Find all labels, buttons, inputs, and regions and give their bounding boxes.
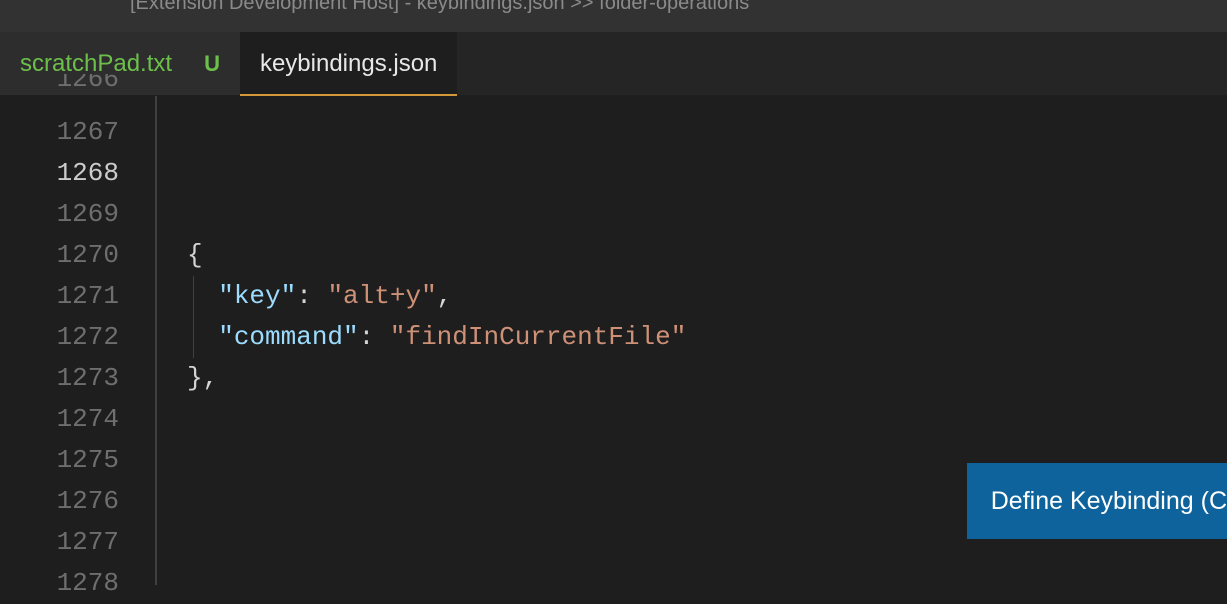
tab-status-badge: U <box>204 51 220 77</box>
title-bar: [Extension Development Host] - keybindin… <box>0 0 1227 32</box>
line-number-current: 1268 <box>0 153 119 194</box>
tab-label: keybindings.json <box>260 50 437 78</box>
tab-bar: scratchPad.txt U keybindings.json <box>0 32 1227 96</box>
line-number: 1275 <box>0 440 119 481</box>
line-number: 1276 <box>0 481 119 522</box>
json-string: "findInCurrentFile" <box>390 322 686 352</box>
code-line: }, <box>159 358 1227 399</box>
indent-guide <box>193 317 194 358</box>
comma: , <box>437 281 453 311</box>
line-number: 1267 <box>0 112 119 153</box>
code-line <box>159 563 1227 604</box>
line-number: 1272 <box>0 317 119 358</box>
json-string: "alt+y" <box>327 281 436 311</box>
line-number: 1271 <box>0 276 119 317</box>
define-keybinding-button[interactable]: Define Keybinding (C <box>967 463 1227 539</box>
window-title: [Extension Development Host] - keybindin… <box>130 0 749 15</box>
code-line <box>159 153 1227 194</box>
tab-keybindings[interactable]: keybindings.json <box>240 32 457 95</box>
json-key: "command" <box>218 322 358 352</box>
code-line: "command": "findInCurrentFile" <box>159 317 1227 358</box>
code-line: { <box>159 235 1227 276</box>
code-line: "key": "alt+y", <box>159 276 1227 317</box>
brace-open: { <box>187 240 203 270</box>
button-label: Define Keybinding (C <box>991 487 1227 516</box>
code-line <box>159 194 1227 235</box>
line-number: 1273 <box>0 358 119 399</box>
code-line <box>159 96 1227 112</box>
colon: : <box>359 322 390 352</box>
json-key: "key" <box>218 281 296 311</box>
line-number: 1278 <box>0 563 119 604</box>
brace-close: } <box>187 363 203 393</box>
code-line <box>159 399 1227 440</box>
indent-guide <box>193 276 194 317</box>
code-line <box>159 112 1227 153</box>
comma: , <box>203 363 219 393</box>
line-number: 1274 <box>0 399 119 440</box>
line-number-gutter: 1266 1267 1268 1269 1270 1271 1272 1273 … <box>0 96 155 585</box>
line-number: 1270 <box>0 235 119 276</box>
line-number: 1266 <box>0 74 119 90</box>
line-number: 1277 <box>0 522 119 563</box>
colon: : <box>296 281 327 311</box>
line-number: 1269 <box>0 194 119 235</box>
